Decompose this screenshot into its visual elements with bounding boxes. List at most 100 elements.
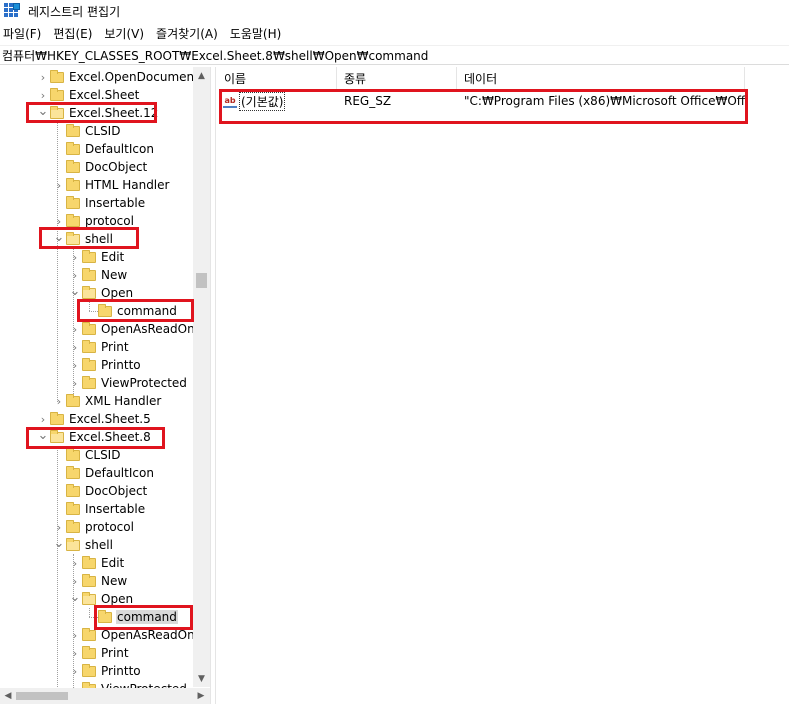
- menu-file[interactable]: 파일(F): [3, 25, 48, 42]
- tree-item-command[interactable]: command: [84, 302, 178, 320]
- tree-item-label: HTML Handler: [85, 178, 170, 192]
- chevron-right-icon[interactable]: ›: [52, 392, 66, 410]
- tree-item-insertable[interactable]: Insertable: [52, 500, 146, 518]
- chevron-down-icon[interactable]: ⌄: [36, 102, 50, 120]
- tree-item-insertable[interactable]: Insertable: [52, 194, 146, 212]
- window-title: 레지스트리 편집기: [28, 4, 121, 19]
- tree-item-docobject[interactable]: DocObject: [52, 482, 148, 500]
- tree-item-xml-handler[interactable]: › XML Handler: [52, 392, 162, 410]
- chevron-down-icon[interactable]: ⌄: [68, 588, 82, 606]
- chevron-right-icon[interactable]: ›: [68, 338, 82, 356]
- tree-item-label: DocObject: [85, 484, 148, 498]
- tree-item-label: DefaultIcon: [85, 466, 154, 480]
- tree-item-label: Printto: [101, 358, 141, 372]
- pane-splitter[interactable]: [210, 67, 216, 704]
- tree-vertical-scrollbar[interactable]: ▲ ▼: [193, 67, 210, 687]
- tree-item-label: command: [117, 304, 177, 318]
- tree-item-excel-opendocument[interactable]: › Excel.OpenDocumentS: [36, 68, 207, 86]
- tree-item-clsid[interactable]: CLSID: [52, 446, 121, 464]
- tree-item-open[interactable]: ⌄ Open: [68, 590, 134, 608]
- menu-help[interactable]: 도움말(H): [230, 25, 289, 42]
- chevron-right-icon[interactable]: ›: [68, 248, 82, 266]
- tree-item-label: Excel.OpenDocumentS: [69, 70, 207, 84]
- chevron-down-icon[interactable]: ⌄: [52, 228, 66, 246]
- chevron-right-icon[interactable]: ›: [68, 356, 82, 374]
- chevron-right-icon[interactable]: ›: [68, 374, 82, 392]
- folder-icon: [82, 627, 96, 641]
- tree-item-openasreadonly[interactable]: › OpenAsReadOnly: [68, 320, 206, 338]
- folder-icon: [82, 321, 96, 335]
- column-data[interactable]: 데이터: [457, 67, 745, 89]
- tree-item-label: Excel.Sheet.5: [69, 412, 151, 426]
- tree-item-command[interactable]: command: [84, 608, 178, 626]
- tree-item-excel-sheet-5[interactable]: › Excel.Sheet.5: [36, 410, 152, 428]
- tree-item-clsid[interactable]: CLSID: [52, 122, 121, 140]
- folder-icon: [66, 231, 80, 245]
- scroll-right-icon[interactable]: ▶: [193, 688, 209, 704]
- tree-horizontal-scrollbar[interactable]: ◀ ▶: [0, 688, 210, 704]
- tree-item-excel-sheet-8[interactable]: ⌄ Excel.Sheet.8: [36, 428, 152, 446]
- tree-item-label: Excel.Sheet.8: [69, 430, 151, 444]
- value-row[interactable]: ab (기본값) REG_SZ "C:₩Program Files (x86)₩…: [217, 91, 789, 111]
- scroll-down-icon[interactable]: ▼: [193, 670, 210, 687]
- column-name[interactable]: 이름: [217, 67, 337, 89]
- tree-item-html-handler[interactable]: › HTML Handler: [52, 176, 170, 194]
- tree-item-docobject[interactable]: DocObject: [52, 158, 148, 176]
- value-name: (기본값): [239, 91, 286, 111]
- scroll-thumb-horizontal[interactable]: [16, 692, 68, 700]
- value-name-cell: ab (기본값): [217, 91, 337, 111]
- tree-item-label: Excel.Sheet.12: [69, 106, 159, 120]
- tree-item-label: protocol: [85, 520, 134, 534]
- registry-key-tree[interactable]: › Excel.OpenDocumentS › Excel.Sheet ⌄ Excel.S…: [0, 67, 210, 704]
- column-type[interactable]: 종류: [337, 67, 457, 89]
- scroll-left-icon[interactable]: ◀: [0, 688, 16, 704]
- tree-item-printto[interactable]: › Printto: [68, 356, 142, 374]
- menu-view[interactable]: 보기(V): [104, 25, 151, 42]
- menu-favorites[interactable]: 즐겨찾기(A): [156, 25, 225, 42]
- tree-item-excel-sheet-12[interactable]: ⌄ Excel.Sheet.12: [36, 104, 159, 122]
- folder-icon: [82, 267, 96, 281]
- tree-item-label: Insertable: [85, 196, 146, 210]
- chevron-down-icon[interactable]: ⌄: [52, 534, 66, 552]
- chevron-right-icon[interactable]: ›: [68, 626, 82, 644]
- tree-item-label: shell: [85, 232, 113, 246]
- tree-item-defaulticon[interactable]: DefaultIcon: [52, 140, 155, 158]
- menu-edit[interactable]: 편집(E): [53, 25, 99, 42]
- chevron-down-icon[interactable]: ⌄: [36, 426, 50, 444]
- folder-icon: [82, 555, 96, 569]
- tree-item-edit[interactable]: › Edit: [68, 248, 125, 266]
- folder-icon: [66, 519, 80, 533]
- address-bar[interactable]: 컴퓨터₩HKEY_CLASSES_ROOT₩Excel.Sheet.8₩shel…: [0, 45, 789, 65]
- tree-item-label: Excel.Sheet: [69, 88, 140, 102]
- tree-item-shell[interactable]: ⌄ shell: [52, 230, 114, 248]
- chevron-right-icon[interactable]: ›: [68, 662, 82, 680]
- tree-item-defaulticon[interactable]: DefaultIcon: [52, 464, 155, 482]
- string-value-icon: ab: [223, 94, 237, 108]
- chevron-down-icon[interactable]: ⌄: [68, 282, 82, 300]
- scroll-thumb[interactable]: [196, 273, 207, 288]
- tree-item-open[interactable]: ⌄ Open: [68, 284, 134, 302]
- tree-item-viewprotected[interactable]: › ViewProtected: [68, 374, 188, 392]
- tree-item-printto[interactable]: › Printto: [68, 662, 142, 680]
- tree-item-shell[interactable]: ⌄ shell: [52, 536, 114, 554]
- tree-item-label: command: [116, 610, 178, 624]
- tree-item-edit[interactable]: › Edit: [68, 554, 125, 572]
- tree-item-print[interactable]: › Print: [68, 338, 130, 356]
- scroll-up-icon[interactable]: ▲: [193, 67, 210, 84]
- tree-item-openasreadonly[interactable]: › OpenAsReadOnly: [68, 626, 206, 644]
- folder-icon: [50, 69, 64, 83]
- tree-item-label: Open: [101, 286, 134, 300]
- chevron-right-icon[interactable]: ›: [52, 176, 66, 194]
- chevron-right-icon[interactable]: ›: [68, 644, 82, 662]
- chevron-right-icon[interactable]: ›: [68, 554, 82, 572]
- tree-item-excel-sheet[interactable]: › Excel.Sheet: [36, 86, 140, 104]
- chevron-right-icon[interactable]: ›: [68, 320, 82, 338]
- chevron-right-icon[interactable]: ›: [36, 68, 50, 86]
- value-type: REG_SZ: [344, 94, 392, 108]
- tree-item-print[interactable]: › Print: [68, 644, 130, 662]
